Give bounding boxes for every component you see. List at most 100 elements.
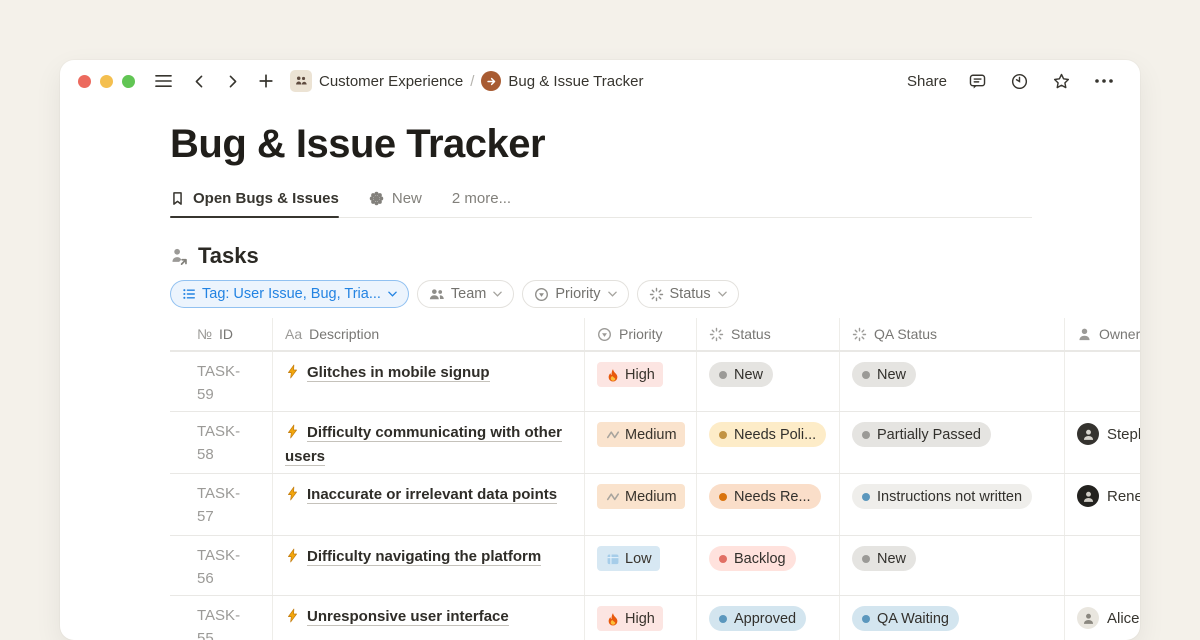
chevron-down-icon bbox=[718, 291, 727, 297]
breadcrumb: Customer Experience / Bug & Issue Tracke… bbox=[290, 70, 643, 92]
new-page-icon[interactable] bbox=[256, 71, 276, 91]
zigzag-icon bbox=[606, 490, 620, 504]
zigzag-icon bbox=[606, 428, 620, 442]
task-link[interactable]: Difficulty navigating the platform bbox=[307, 548, 541, 566]
status-dot bbox=[719, 555, 727, 563]
page-title: Bug & Issue Tracker bbox=[170, 120, 1140, 168]
task-description-cell[interactable]: Glitches in mobile signup bbox=[273, 352, 585, 411]
priority-cell: Medium bbox=[585, 474, 697, 535]
table-row: TASK-59 Glitches in mobile signup High bbox=[170, 351, 1140, 411]
column-header-owner[interactable]: Owner bbox=[1065, 318, 1140, 350]
qa-status-badge[interactable]: Instructions not written bbox=[852, 484, 1032, 509]
status-badge[interactable]: Needs Re... bbox=[709, 484, 821, 509]
status-dot bbox=[862, 493, 870, 501]
favorite-star-icon[interactable] bbox=[1050, 70, 1073, 93]
task-link[interactable]: Unresponsive user interface bbox=[307, 608, 509, 626]
owner-cell[interactable]: Rene bbox=[1065, 474, 1140, 535]
lightning-icon bbox=[285, 548, 300, 563]
flower-badge-icon bbox=[369, 191, 384, 206]
column-header-qa-status[interactable]: QA Status bbox=[840, 318, 1065, 350]
flame-icon bbox=[606, 368, 620, 382]
task-link[interactable]: Inaccurate or irrelevant data points bbox=[307, 486, 557, 504]
owner-cell[interactable] bbox=[1065, 536, 1140, 595]
filter-tag[interactable]: Tag: User Issue, Bug, Tria... bbox=[170, 280, 409, 308]
text-type-icon: Aa bbox=[285, 326, 302, 342]
status-badge[interactable]: Approved bbox=[709, 606, 806, 631]
avatar bbox=[1077, 607, 1099, 629]
view-tabs: Open Bugs & Issues New 2 more... bbox=[170, 190, 1032, 218]
task-link[interactable]: Glitches in mobile signup bbox=[307, 364, 490, 382]
qa-status-badge[interactable]: New bbox=[852, 546, 916, 571]
sidebar-menu-icon[interactable] bbox=[153, 72, 174, 90]
more-options-icon[interactable] bbox=[1092, 76, 1116, 86]
task-id-cell[interactable]: TASK-56 bbox=[170, 536, 273, 595]
ice-cube-icon bbox=[606, 552, 620, 566]
priority-badge[interactable]: Medium bbox=[597, 422, 685, 447]
lightning-icon bbox=[285, 364, 300, 379]
target-icon bbox=[534, 287, 549, 302]
column-header-id[interactable]: № ID bbox=[170, 318, 273, 350]
status-badge[interactable]: Backlog bbox=[709, 546, 796, 571]
forward-icon[interactable] bbox=[223, 72, 242, 91]
owner-cell[interactable] bbox=[1065, 352, 1140, 411]
minimize-window-button[interactable] bbox=[100, 75, 113, 88]
tasks-table: № ID Aa Description Priority Status bbox=[170, 318, 1140, 640]
column-header-status[interactable]: Status bbox=[697, 318, 840, 350]
table-header-row: № ID Aa Description Priority Status bbox=[170, 318, 1140, 351]
priority-badge[interactable]: High bbox=[597, 606, 663, 631]
comments-icon[interactable] bbox=[966, 70, 989, 93]
task-link[interactable]: Difficulty communicating with other user… bbox=[285, 424, 562, 466]
avatar bbox=[1077, 485, 1099, 507]
close-window-button[interactable] bbox=[78, 75, 91, 88]
qa-status-badge[interactable]: New bbox=[852, 362, 916, 387]
task-description-cell[interactable]: Inaccurate or irrelevant data points bbox=[273, 474, 585, 535]
status-dot bbox=[719, 431, 727, 439]
bookmark-icon bbox=[170, 191, 185, 206]
priority-badge[interactable]: High bbox=[597, 362, 663, 387]
tab-open-bugs-issues[interactable]: Open Bugs & Issues bbox=[170, 190, 339, 217]
task-id-cell[interactable]: TASK-55 bbox=[170, 596, 273, 640]
window-toolbar: Customer Experience / Bug & Issue Tracke… bbox=[60, 60, 1140, 102]
history-clock-icon[interactable] bbox=[1008, 70, 1031, 93]
qa-status-badge[interactable]: Partially Passed bbox=[852, 422, 991, 447]
task-id-cell[interactable]: TASK-58 bbox=[170, 412, 273, 473]
status-dot bbox=[862, 431, 870, 439]
task-description-cell[interactable]: Difficulty navigating the platform bbox=[273, 536, 585, 595]
tab-more[interactable]: 2 more... bbox=[452, 190, 511, 217]
filter-team[interactable]: Team bbox=[417, 280, 514, 308]
priority-badge[interactable]: Medium bbox=[597, 484, 685, 509]
table-row: TASK-56 Difficulty navigating the platfo… bbox=[170, 535, 1140, 595]
people-icon bbox=[429, 288, 445, 301]
status-dot bbox=[862, 371, 870, 379]
number-icon: № bbox=[197, 326, 212, 342]
status-badge[interactable]: New bbox=[709, 362, 773, 387]
priority-cell: Medium bbox=[585, 412, 697, 473]
owner-name: Alice bbox=[1107, 610, 1140, 627]
task-id-cell[interactable]: TASK-59 bbox=[170, 352, 273, 411]
priority-badge[interactable]: Low bbox=[597, 546, 660, 571]
tab-new[interactable]: New bbox=[369, 190, 422, 217]
breadcrumb-workspace[interactable]: Customer Experience bbox=[319, 73, 463, 90]
task-description-cell[interactable]: Unresponsive user interface bbox=[273, 596, 585, 640]
share-button[interactable]: Share bbox=[907, 73, 947, 90]
status-badge[interactable]: Needs Poli... bbox=[709, 422, 826, 447]
filter-bar: Tag: User Issue, Bug, Tria... Team Prior bbox=[170, 280, 1140, 308]
column-header-priority[interactable]: Priority bbox=[585, 318, 697, 350]
table-row: TASK-58 Difficulty communicating with ot… bbox=[170, 411, 1140, 473]
zoom-window-button[interactable] bbox=[122, 75, 135, 88]
breadcrumb-page[interactable]: Bug & Issue Tracker bbox=[508, 73, 643, 90]
status-dot bbox=[862, 615, 870, 623]
status-dot bbox=[719, 371, 727, 379]
filter-status[interactable]: Status bbox=[637, 280, 739, 308]
filter-priority[interactable]: Priority bbox=[522, 280, 628, 308]
column-header-description[interactable]: Aa Description bbox=[273, 318, 585, 350]
owner-cell[interactable]: Alice bbox=[1065, 596, 1140, 640]
priority-cell: Low bbox=[585, 536, 697, 595]
qa-status-cell: Instructions not written bbox=[840, 474, 1065, 535]
back-icon[interactable] bbox=[190, 72, 209, 91]
task-description-cell[interactable]: Difficulty communicating with other user… bbox=[273, 412, 585, 473]
task-id-cell[interactable]: TASK-57 bbox=[170, 474, 273, 535]
qa-status-badge[interactable]: QA Waiting bbox=[852, 606, 959, 631]
owner-cell[interactable]: Steph bbox=[1065, 412, 1140, 473]
owner-name: Rene bbox=[1107, 488, 1140, 505]
